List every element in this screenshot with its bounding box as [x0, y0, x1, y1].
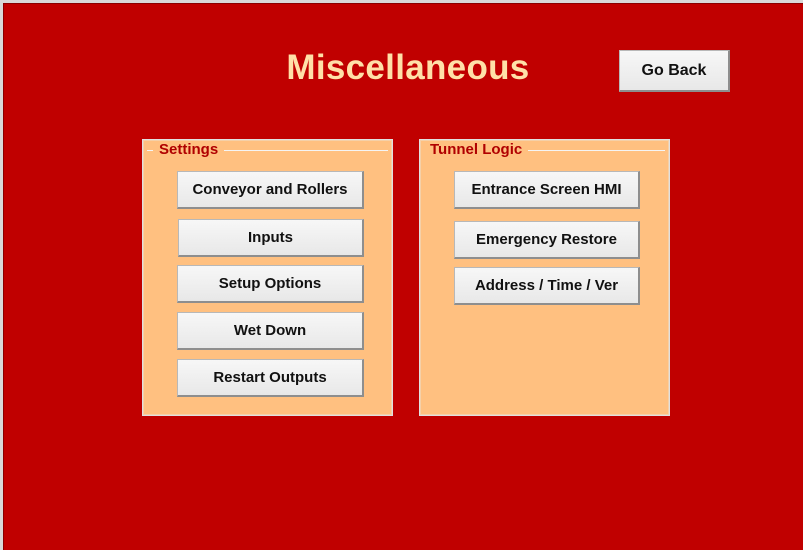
settings-group-title: Settings	[153, 141, 225, 159]
entrance-screen-hmi-button[interactable]: Entrance Screen HMI	[454, 171, 640, 209]
go-back-button[interactable]: Go Back	[619, 50, 730, 92]
wet-down-button[interactable]: Wet Down	[177, 312, 364, 350]
tunnel-logic-group: Tunnel Logic Entrance Screen HMI Emergen…	[419, 139, 670, 416]
restart-outputs-button[interactable]: Restart Outputs	[177, 359, 364, 397]
hmi-screen: Miscellaneous Go Back Settings Conveyor …	[3, 3, 803, 550]
tunnel-logic-group-title: Tunnel Logic	[424, 141, 529, 159]
settings-group: Settings Conveyor and Rollers Inputs Set…	[142, 139, 393, 416]
conveyor-and-rollers-button[interactable]: Conveyor and Rollers	[177, 171, 364, 209]
setup-options-button[interactable]: Setup Options	[177, 265, 364, 303]
address-time-ver-button[interactable]: Address / Time / Ver	[454, 267, 640, 305]
inputs-button[interactable]: Inputs	[178, 219, 364, 257]
emergency-restore-button[interactable]: Emergency Restore	[454, 221, 640, 259]
